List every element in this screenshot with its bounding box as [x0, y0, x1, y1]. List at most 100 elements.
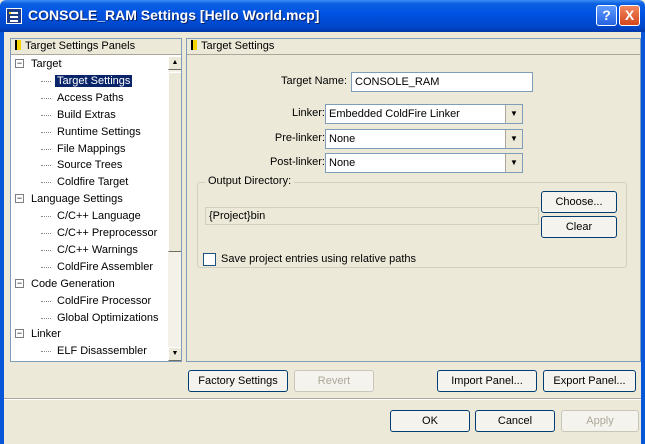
tree-connector	[41, 249, 51, 251]
tree-item-label: File Mappings	[57, 142, 126, 155]
separator	[4, 398, 641, 400]
scroll-down-arrow-icon[interactable]: ▼	[168, 347, 181, 361]
linker-label: Linker:	[291, 107, 325, 119]
postlinker-label: Post-linker:	[269, 156, 325, 168]
tree-item-label: Target Settings	[55, 74, 133, 87]
prelinker-select[interactable]: None ▼	[325, 129, 523, 149]
tree-connector	[41, 182, 51, 184]
tree-connector	[41, 300, 51, 302]
postlinker-select[interactable]: None ▼	[325, 153, 523, 173]
tree-connector	[41, 114, 51, 116]
tree-item-label: Source Trees	[57, 159, 123, 172]
choose-button[interactable]: Choose...	[541, 191, 617, 213]
tree-item[interactable]: ColdFire Processor	[11, 293, 153, 309]
relative-paths-label[interactable]: Save project entries using relative path…	[221, 253, 416, 265]
collapse-icon[interactable]: −	[15, 59, 24, 68]
tree-item-label: Code Generation	[31, 277, 115, 290]
tree-connector	[41, 97, 51, 99]
collapse-icon[interactable]: −	[15, 194, 24, 204]
tree-connector	[41, 317, 51, 319]
tree-item-label: C/C++ Warnings	[57, 243, 138, 256]
factory-settings-button[interactable]: Factory Settings	[188, 370, 288, 392]
tree-connector	[41, 266, 51, 268]
dropdown-arrow-icon[interactable]: ▼	[505, 105, 522, 123]
help-button[interactable]: ?	[596, 5, 617, 26]
tree-item[interactable]: Runtime Settings	[11, 124, 143, 140]
tree-item[interactable]: C/C++ Warnings	[11, 242, 140, 258]
tree-item-label: ColdFire Processor	[57, 294, 152, 307]
tree-item-label: Access Paths	[57, 91, 124, 104]
tree-scrollbar[interactable]: ▲ ▼	[168, 56, 181, 361]
tree-item[interactable]: C/C++ Language	[11, 208, 143, 224]
tree-item[interactable]: Target Settings	[11, 73, 133, 89]
tree-item[interactable]: Coldfire Target	[11, 174, 130, 190]
tree-item[interactable]: C/C++ Preprocessor	[11, 225, 159, 241]
tree-connector	[41, 351, 51, 353]
settings-header-label: Target Settings	[201, 40, 275, 52]
tree-item[interactable]: ColdFire Assembler	[11, 259, 155, 275]
tree-item-label: Runtime Settings	[57, 125, 141, 138]
output-directory-path: {Project}bin	[205, 207, 539, 225]
tree-connector	[41, 80, 51, 82]
collapse-icon[interactable]: −	[15, 278, 24, 288]
target-name-input[interactable]: CONSOLE_RAM	[351, 72, 533, 92]
tree-connector	[41, 148, 51, 150]
tree-item-label: Target	[31, 58, 62, 70]
linker-value: Embedded ColdFire Linker	[329, 108, 460, 120]
scroll-thumb[interactable]	[168, 72, 181, 252]
window-frame-right	[641, 32, 645, 444]
scroll-up-arrow-icon[interactable]: ▲	[168, 56, 181, 70]
tree-connector	[41, 131, 51, 133]
import-panel-button[interactable]: Import Panel...	[437, 370, 537, 392]
tree-header: Target Settings Panels	[11, 39, 181, 55]
apply-button[interactable]: Apply	[561, 410, 639, 432]
tree-item[interactable]: − Code Generation	[11, 276, 117, 292]
tree-item-label: C/C++ Language	[57, 210, 141, 223]
cancel-button[interactable]: Cancel	[475, 410, 555, 432]
collapse-icon[interactable]: −	[15, 329, 24, 339]
prelinker-label: Pre-linker:	[274, 132, 325, 144]
tree-item[interactable]: Access Paths	[11, 90, 126, 106]
panel-header-icon	[191, 40, 197, 50]
tree-body: − Target Target Settings Access Paths Build …	[11, 56, 168, 361]
tree-connector	[41, 233, 51, 234]
window-frame-left	[0, 32, 4, 444]
output-directory-label: Output Directory:	[205, 175, 295, 187]
tree-header-label: Target Settings Panels	[25, 40, 136, 52]
dropdown-arrow-icon[interactable]: ▼	[505, 154, 522, 172]
relative-paths-checkbox[interactable]	[203, 253, 216, 266]
tree-connector	[41, 165, 51, 167]
tree-item[interactable]: Build Extras	[11, 107, 118, 123]
tree-item[interactable]: File Mappings	[11, 141, 127, 157]
settings-header: Target Settings	[187, 39, 640, 55]
revert-button[interactable]: Revert	[294, 370, 374, 392]
tree-item-label: Language Settings	[31, 193, 123, 206]
tree-item-label: ColdFire Assembler	[57, 260, 153, 273]
ok-button[interactable]: OK	[390, 410, 470, 432]
export-panel-button[interactable]: Export Panel...	[543, 370, 636, 392]
postlinker-value: None	[329, 157, 356, 169]
tree-item[interactable]: Global Optimizations	[11, 310, 161, 326]
tree-item[interactable]: − Target	[11, 56, 64, 72]
close-button[interactable]: X	[619, 5, 640, 26]
tree-item-label: Linker	[31, 328, 61, 341]
tree-item[interactable]: − Linker	[11, 326, 63, 342]
tree-item[interactable]: Source Trees	[11, 157, 124, 173]
tree-item[interactable]: ELF Disassembler	[11, 343, 149, 359]
window-title: CONSOLE_RAM Settings [Hello World.mcp]	[28, 7, 320, 23]
tree-item-label: ELF Disassembler	[57, 345, 147, 358]
dropdown-arrow-icon[interactable]: ▼	[505, 130, 522, 148]
linker-select[interactable]: Embedded ColdFire Linker ▼	[325, 104, 523, 124]
clear-button[interactable]: Clear	[541, 216, 617, 238]
tree-connector	[41, 216, 51, 218]
panel-header-icon	[15, 40, 21, 50]
tree-item-label: Global Optimizations	[57, 311, 159, 324]
target-name-label: Target Name:	[280, 75, 347, 87]
settings-panels-tree[interactable]: Target Settings Panels − Target Target Set…	[10, 38, 182, 362]
tree-item-label: Coldfire Target	[57, 176, 129, 189]
title-bar[interactable]: CONSOLE_RAM Settings [Hello World.mcp] ?…	[0, 0, 645, 32]
prelinker-value: None	[329, 133, 356, 145]
tree-item[interactable]: − Language Settings	[11, 191, 125, 207]
target-settings-panel: Target Settings Target Name: CONSOLE_RAM…	[186, 38, 641, 362]
tree-item-label: C/C++ Preprocessor	[57, 227, 158, 239]
